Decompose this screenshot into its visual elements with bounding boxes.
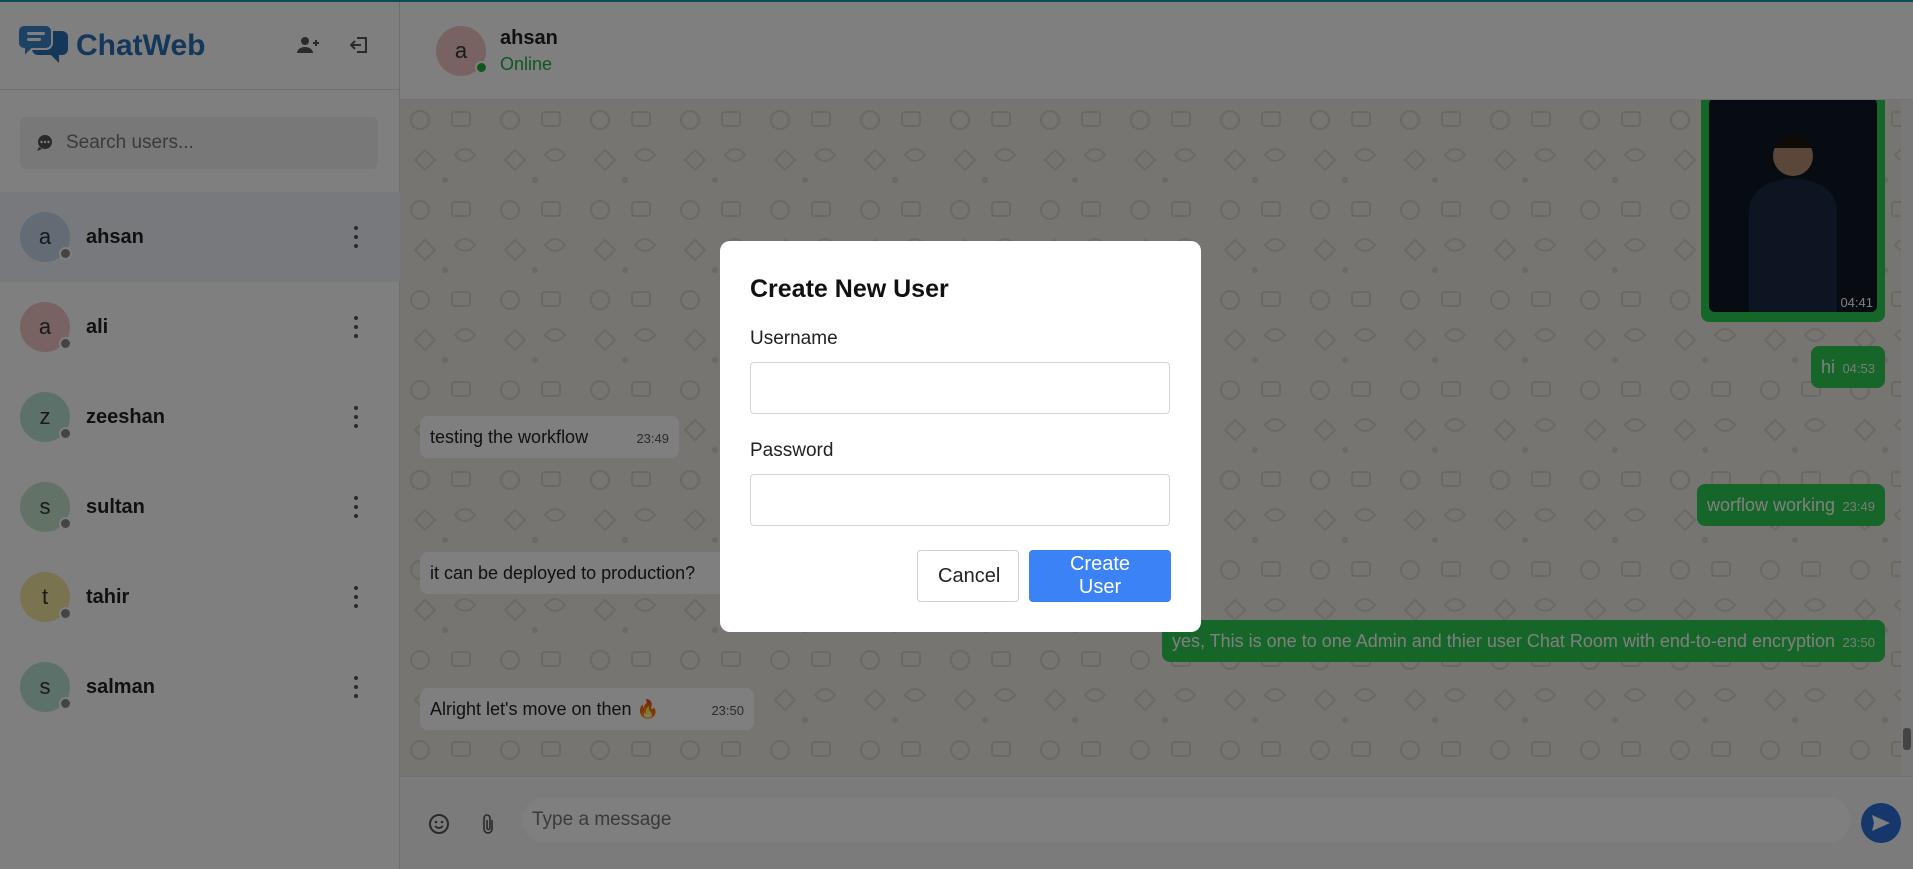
username-label: Username	[750, 328, 838, 349]
password-field[interactable]	[750, 474, 1170, 526]
username-field[interactable]	[750, 362, 1170, 414]
cancel-button[interactable]: Cancel	[917, 550, 1019, 602]
create-user-button[interactable]: Create User	[1029, 550, 1171, 602]
password-label: Password	[750, 440, 834, 461]
dialog-title: Create New User	[750, 275, 949, 303]
dialog-actions: Cancel Create User	[917, 550, 1171, 602]
create-user-dialog: Create New User Username Password Cancel…	[720, 241, 1201, 632]
